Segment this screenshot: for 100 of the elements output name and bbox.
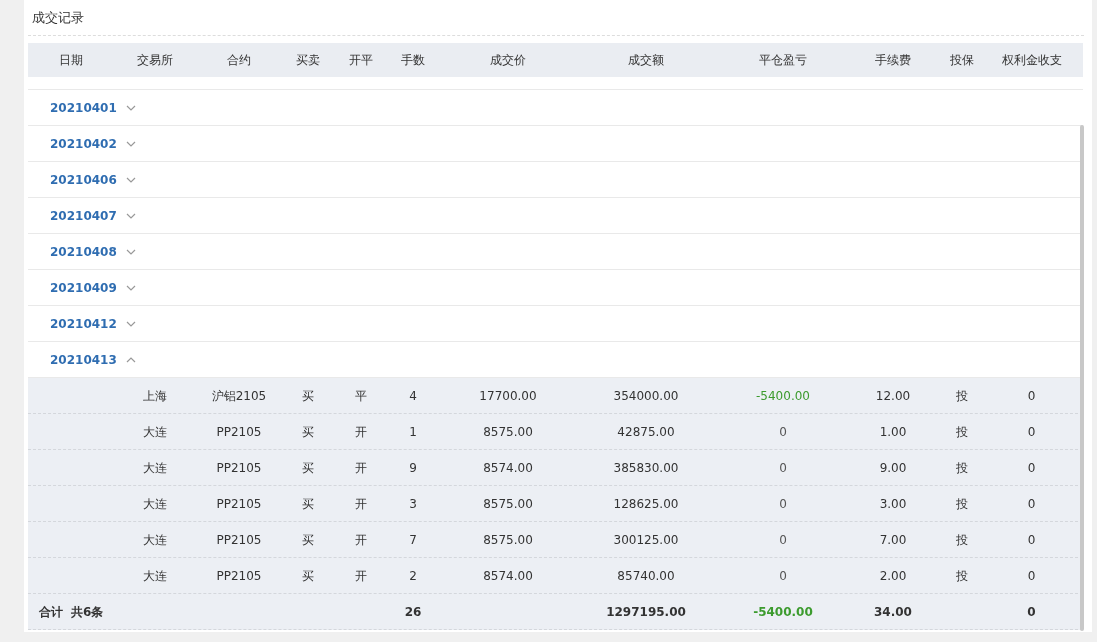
table-cell-text: PP2105 [216, 495, 262, 513]
total-count: 共6条 [71, 603, 104, 621]
table-cell-text: 1 [409, 423, 417, 441]
table-cell-text: 0 [1027, 495, 1036, 513]
column-header: 成交额 [628, 52, 664, 69]
chevron-down-icon[interactable] [125, 248, 136, 255]
table-cell-text: 0 [779, 495, 787, 513]
table-cell-text: 大连 [143, 459, 167, 477]
table-cell-text: 354000.00 [613, 387, 679, 405]
table-cell-text: 17700.00 [479, 387, 537, 405]
chevron-down-icon[interactable] [125, 212, 136, 219]
date-group-toggle[interactable]: 20210408 [50, 242, 117, 261]
total-cell-text: 26 [404, 603, 422, 621]
table-cell-text: 投 [956, 567, 968, 585]
table-cell-text: 2 [409, 567, 417, 585]
table-cell-text: 42875.00 [617, 423, 675, 441]
table-cell-text: 开 [354, 459, 367, 477]
table-cell-text: 128625.00 [613, 495, 679, 513]
table-cell-text: 沪铝2105 [211, 387, 267, 405]
table-cell-text: 开 [354, 423, 367, 441]
table-cell-text: 开 [354, 567, 367, 585]
column-header: 日期 [58, 52, 83, 69]
table-cell-text: 8574.00 [483, 567, 533, 585]
chevron-down-icon[interactable] [125, 176, 136, 183]
table-cell-text: 开 [354, 495, 367, 513]
table-cell-text: 平 [354, 387, 367, 405]
table-cell-text: 买 [302, 387, 314, 405]
table-cell-text: 0 [1027, 567, 1036, 585]
chevron-up-icon[interactable] [125, 356, 136, 363]
table-cell-text: 8575.00 [483, 531, 533, 549]
table-cell-text: 12.00 [875, 387, 911, 405]
date-group-toggle[interactable]: 20210409 [50, 278, 117, 297]
total-cell-text: 34.00 [874, 603, 912, 621]
table-cell-text: 买 [302, 495, 314, 513]
table-cell-text: 0 [779, 567, 787, 585]
table-cell-text: 买 [302, 531, 314, 549]
table-cell-text: 投 [956, 423, 968, 441]
table-cell-text: 大连 [143, 423, 167, 441]
table-cell-text: 7.00 [879, 531, 907, 549]
date-group-toggle[interactable]: 20210412 [50, 314, 117, 333]
table-cell-text: 8575.00 [483, 495, 533, 513]
table-cell-text: 0 [1027, 531, 1036, 549]
table-cell-text: 0 [779, 459, 787, 477]
table-cell-text: 投 [956, 531, 968, 549]
table-cell-text: 大连 [143, 531, 167, 549]
column-header: 投保 [950, 52, 974, 69]
table-cell-text: 3 [409, 495, 417, 513]
table-cell-text: 4 [409, 387, 417, 405]
table-cell-text: PP2105 [216, 531, 262, 549]
table-cell-text: 投 [956, 459, 968, 477]
table-cell-text: 投 [956, 495, 968, 513]
column-header: 开平 [348, 52, 373, 69]
table-cell-text: 大连 [143, 567, 167, 585]
table-cell-text: 1.00 [879, 423, 907, 441]
column-header: 平仓盈亏 [759, 52, 807, 69]
date-group-toggle[interactable]: 20210407 [50, 206, 117, 225]
scrollbar-thumb[interactable] [1080, 125, 1084, 631]
chevron-down-icon[interactable] [125, 104, 136, 111]
table-cell-text: 300125.00 [613, 531, 679, 549]
table-cell-text: 大连 [143, 495, 167, 513]
column-header: 成交价 [490, 52, 526, 69]
total-cell-text: 1297195.00 [606, 603, 686, 621]
chevron-down-icon[interactable] [125, 284, 136, 291]
date-group-toggle[interactable]: 20210406 [50, 170, 117, 189]
table-cell-text: 9 [409, 459, 417, 477]
table-cell-text: 上海 [143, 387, 167, 405]
table-cell-text: 0 [1027, 423, 1036, 441]
table-cell-text: 9.00 [879, 459, 907, 477]
date-group-toggle[interactable]: 20210401 [50, 98, 117, 117]
table-cell-text: 买 [302, 423, 314, 441]
column-header: 手续费 [875, 52, 911, 69]
total-cell-text: -5400.00 [753, 603, 813, 621]
table-cell-text: 8575.00 [483, 423, 533, 441]
table-cell-text: 7 [409, 531, 417, 549]
panel-title: 成交记录 [32, 9, 84, 27]
table-cell-text: PP2105 [216, 423, 262, 441]
column-header: 手数 [401, 52, 425, 69]
table-cell-text: 0 [1027, 459, 1036, 477]
table-cell-text: 买 [302, 459, 314, 477]
table-cell-text: 开 [354, 531, 367, 549]
chevron-down-icon[interactable] [125, 140, 136, 147]
table-cell-text: 买 [302, 567, 314, 585]
table-cell-text: 投 [956, 387, 968, 405]
table-cell-text: 0 [779, 531, 787, 549]
column-header: 合约 [227, 52, 251, 69]
chevron-down-icon[interactable] [125, 320, 136, 327]
date-group-toggle[interactable]: 20210413 [50, 350, 117, 369]
date-group-toggle[interactable]: 20210402 [50, 134, 117, 153]
table-cell-text: PP2105 [216, 459, 262, 477]
table-cell-text: 0 [1027, 387, 1036, 405]
table-cell-text: 8574.00 [483, 459, 533, 477]
table-cell-text: -5400.00 [756, 387, 810, 405]
column-header: 买卖 [296, 52, 320, 69]
table-cell-text: 0 [779, 423, 787, 441]
table-cell-text: 3.00 [879, 495, 907, 513]
table-cell-text: 2.00 [879, 567, 907, 585]
column-header: 交易所 [137, 52, 173, 69]
table-cell-text: 385830.00 [613, 459, 679, 477]
total-label: 合计 [39, 603, 63, 621]
table-cell-text: PP2105 [216, 567, 262, 585]
